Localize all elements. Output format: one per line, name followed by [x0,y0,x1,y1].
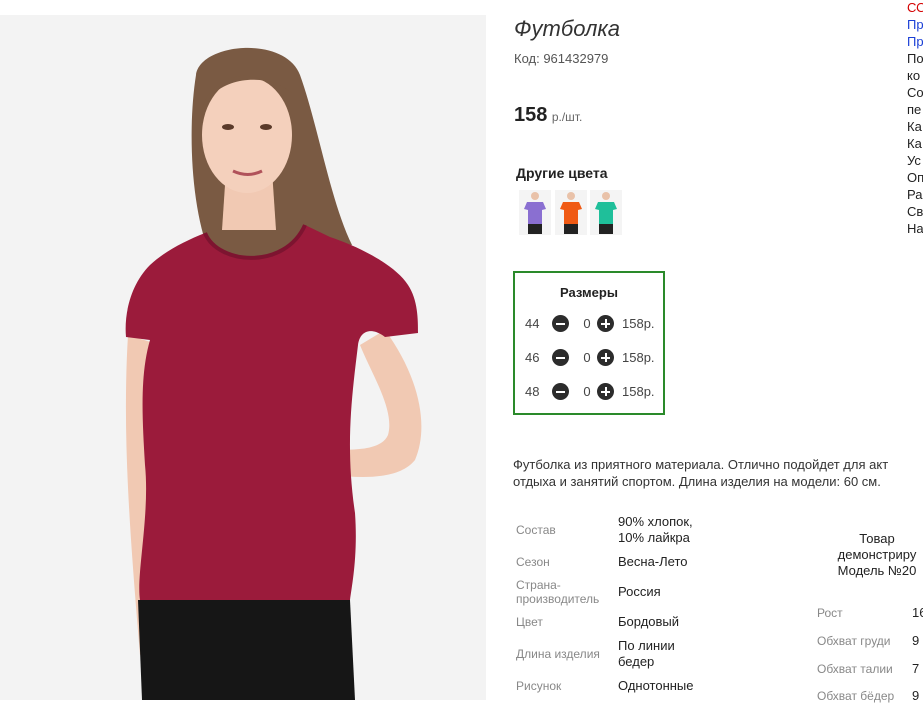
decrease-quantity-button[interactable] [552,383,569,400]
spec-season-value: Весна-Лето [618,554,688,569]
model-chest-value: 9 [912,633,920,648]
sidebar-item[interactable]: По [907,50,923,67]
sidebar-item[interactable]: Св [907,203,923,220]
size-price: 158р. [622,350,655,365]
description-line: отдыха и занятий спортом. Длина изделия … [513,474,881,489]
spec-value-line: 90% хлопок, [618,514,693,529]
quantity-value: 0 [583,384,591,399]
decrease-quantity-button[interactable] [552,349,569,366]
spec-season-label: Сезон [516,555,550,569]
sizes-title: Размеры [560,285,618,300]
model-note-line: Товар [859,531,895,546]
model-note: Товар демонстриру Модель №20 [812,531,923,579]
spec-value-line: бедер [618,654,655,669]
price-unit: р./шт. [551,110,583,124]
sidebar-item[interactable]: Ка [907,135,923,152]
sidebar-item[interactable]: Пр [907,33,923,50]
size-price: 158р. [622,316,655,331]
sidebar-item[interactable]: Пр [907,16,923,33]
size-row-46: 46 0 158р. [525,348,665,368]
spec-pattern-label: Рисунок [516,679,562,693]
product-description: Футболка из приятного материала. Отлично… [513,456,923,490]
increase-quantity-button[interactable] [597,315,614,332]
spec-length-label: Длина изделия [516,647,600,661]
product-code: Код: 961432979 [514,51,609,66]
model-waist-label: Обхват талии [817,662,893,676]
quantity-value: 0 [583,316,591,331]
sidebar-item[interactable]: Оп [907,169,923,186]
model-height-label: Рост [817,606,843,620]
spec-composition-label: Состав [516,523,556,537]
product-price: 158 р./шт. [514,104,582,127]
model-note-line: демонстриру [837,547,917,562]
sidebar-item[interactable]: СО [907,0,923,16]
sidebar-item[interactable]: Со [907,84,923,101]
spec-composition-value: 90% хлопок, 10% лайкра [618,514,693,546]
spec-color-label: Цвет [516,615,543,629]
size-row-44: 44 0 158р. [525,314,665,334]
size-label: 46 [525,350,540,365]
color-swatch-purple[interactable] [519,190,551,235]
color-swatch-green[interactable] [590,190,622,235]
product-title: Футболка [514,16,620,41]
spec-country-value: Россия [618,584,661,599]
sidebar-item[interactable]: пе [907,101,923,118]
sidebar-item[interactable]: Ра [907,186,923,203]
quantity-value: 0 [583,350,591,365]
product-photo[interactable] [0,15,486,700]
model-note-line: Модель №20 [837,563,917,578]
sidebar-item[interactable]: На [907,220,923,237]
decrease-quantity-button[interactable] [552,315,569,332]
sizes-box: Размеры 44 0 158р. 46 0 158р. 48 0 158р. [513,271,665,415]
increase-quantity-button[interactable] [597,349,614,366]
spec-label-line: Страна- [516,578,561,592]
model-hips-value: 9 [912,688,920,703]
model-hips-label: Обхват бёдер [817,689,895,703]
spec-length-value: По линии бедер [618,638,675,670]
color-swatch-orange[interactable] [555,190,587,235]
spec-value-line: По линии [618,638,675,653]
size-price: 158р. [622,384,655,399]
size-label: 48 [525,384,540,399]
model-waist-value: 7 [912,661,920,676]
description-line: Футболка из приятного материала. Отлично… [513,457,889,472]
spec-value-line: 10% лайкра [618,530,690,545]
increase-quantity-button[interactable] [597,383,614,400]
spec-color-value: Бордовый [618,614,680,629]
spec-label-line: производитель [516,592,600,606]
price-value: 158 [514,104,548,126]
spec-pattern-value: Однотонные [618,678,694,693]
sidebar-item[interactable]: Ка [907,118,923,135]
size-row-48: 48 0 158р. [525,382,665,402]
size-label: 44 [525,316,540,331]
other-colors-title: Другие цвета [516,165,608,181]
sidebar-menu: СО Пр Пр По ко Со пе Ка Ка Ус Оп Ра Св На [907,0,923,237]
sidebar-item[interactable]: Ус [907,152,923,169]
spec-country-label: Страна- производитель [516,578,599,606]
sidebar-item[interactable]: ко [907,67,923,84]
model-chest-label: Обхват груди [817,634,891,648]
model-height-value: 16 [912,605,923,620]
